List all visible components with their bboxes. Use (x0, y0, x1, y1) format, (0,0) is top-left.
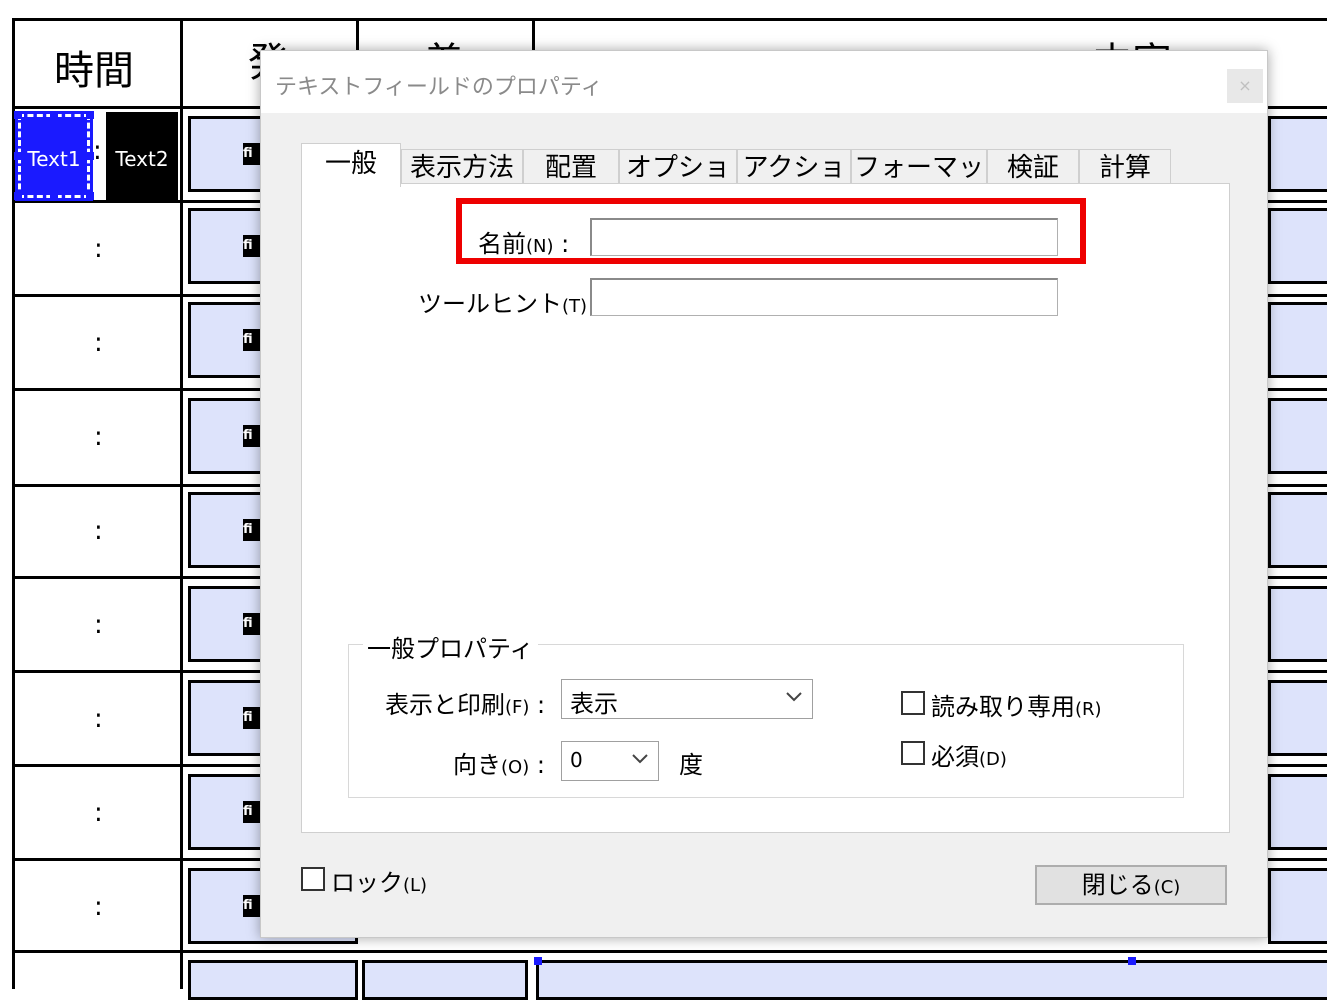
orientation-select[interactable]: 0 (561, 741, 659, 781)
selection-handle[interactable] (14, 192, 22, 200)
tab-calculate[interactable]: 計算 (1079, 149, 1171, 185)
selection-handle[interactable] (50, 111, 58, 119)
chevron-down-icon (784, 686, 804, 711)
selection-handle[interactable] (534, 957, 542, 965)
tab-appearance[interactable]: 表示方法 (401, 149, 523, 185)
close-button[interactable]: 閉じる(C) (1035, 865, 1227, 905)
text-field-properties-dialog: テキストフィールドのプロパティ × 一般 表示方法 配置 オプション アクション… (260, 50, 1268, 938)
grid-line (180, 18, 183, 989)
grid-line (12, 18, 15, 989)
text2-field[interactable]: Text2 (106, 112, 178, 200)
form-field[interactable] (1268, 302, 1327, 378)
form-field[interactable] (536, 960, 1327, 1000)
tab-options[interactable]: オプション (619, 149, 737, 219)
selection-handle[interactable] (50, 192, 58, 200)
display-print-value: 表示 (570, 690, 618, 718)
form-field[interactable] (1268, 774, 1327, 850)
selection-handle[interactable] (14, 111, 22, 119)
group-title: 一般プロパティ (363, 629, 538, 664)
form-field[interactable] (1268, 586, 1327, 662)
required-label: 必須(D) (931, 743, 1007, 771)
display-print-label: 表示と印刷(F) : (385, 691, 546, 719)
time-colon: : (94, 798, 103, 828)
header-time: 時間 (54, 48, 134, 94)
selection-handle[interactable] (86, 192, 94, 200)
tab-general[interactable]: 一般 (301, 143, 401, 187)
time-colon: : (94, 328, 103, 358)
form-field[interactable] (1268, 680, 1327, 756)
form-field[interactable] (1268, 208, 1327, 284)
orientation-value: 0 (570, 748, 583, 772)
grid-line (14, 950, 1327, 953)
tooltip-input[interactable] (590, 278, 1058, 316)
tab-actions[interactable]: アクション (737, 149, 851, 219)
close-icon[interactable]: × (1227, 69, 1263, 103)
form-field[interactable] (1268, 398, 1327, 474)
display-print-select[interactable]: 表示 (561, 679, 813, 719)
time-colon: : (94, 892, 103, 922)
time-colon: : (94, 234, 103, 264)
selection-handle[interactable] (1128, 957, 1136, 965)
form-field[interactable] (1268, 492, 1327, 568)
tab-position[interactable]: 配置 (523, 149, 619, 185)
time-colon: : (94, 704, 103, 734)
orientation-unit: 度 (679, 751, 703, 779)
general-tab-panel: 名前(N) : ツールヒント(T) : 一般プロパティ 表示と印刷(F) : 表… (301, 183, 1230, 833)
selection-handle[interactable] (14, 152, 22, 160)
form-field[interactable] (1268, 868, 1327, 944)
time-colon: : (94, 610, 103, 640)
dialog-titlebar[interactable]: テキストフィールドのプロパティ × (261, 51, 1267, 113)
required-checkbox[interactable] (901, 741, 925, 765)
text1-field[interactable]: Text1 (15, 111, 93, 201)
form-field[interactable] (1268, 116, 1327, 192)
form-field[interactable] (188, 960, 358, 1000)
tab-validate[interactable]: 検証 (987, 149, 1079, 185)
tooltip-label: ツールヒント(T) : (418, 290, 603, 318)
time-colon: : (94, 516, 103, 546)
name-input[interactable] (590, 218, 1058, 256)
time-colon: : (94, 422, 103, 452)
tab-format[interactable]: フォーマット (851, 149, 987, 219)
readonly-checkbox[interactable] (901, 691, 925, 715)
dialog-title: テキストフィールドのプロパティ (275, 75, 603, 100)
tab-bar: 一般 表示方法 配置 オプション アクション フォーマット 検証 計算 (301, 143, 1171, 219)
general-properties-group: 一般プロパティ 表示と印刷(F) : 表示 向き(O) : 0 度 読み取り専用… (348, 629, 1184, 798)
orientation-label: 向き(O) : (453, 751, 545, 779)
grid-line (14, 18, 1327, 21)
form-field[interactable] (362, 960, 528, 1000)
lock-label: ロック(L) (331, 869, 428, 897)
time-colon: : (93, 136, 102, 166)
name-label: 名前(N) : (478, 230, 570, 258)
readonly-label: 読み取り専用(R) (931, 693, 1102, 721)
selection-handle[interactable] (86, 111, 94, 119)
lock-checkbox[interactable] (301, 867, 325, 891)
chevron-down-icon (630, 748, 650, 773)
